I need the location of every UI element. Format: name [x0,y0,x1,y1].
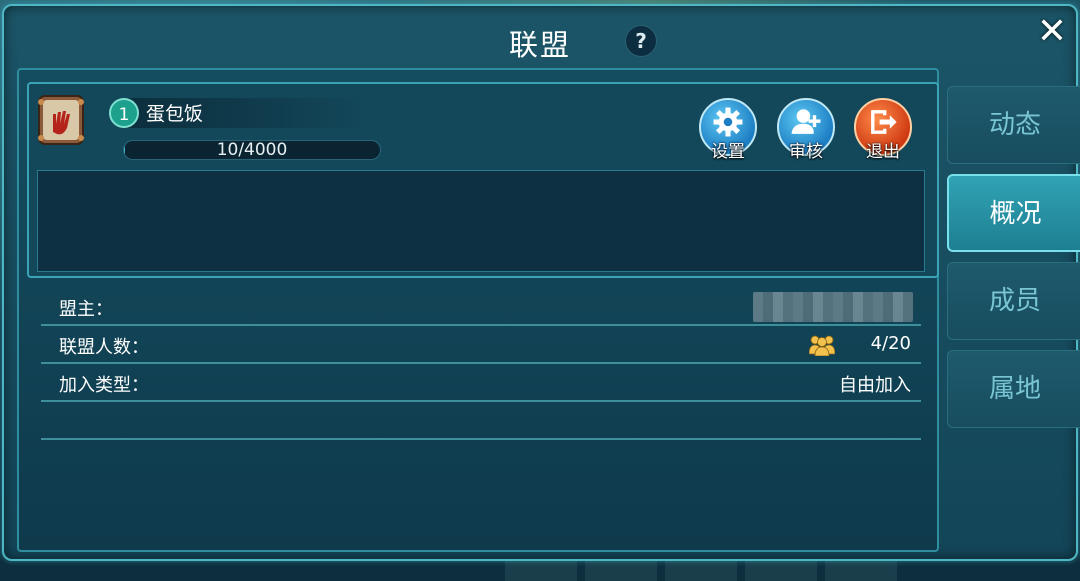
members-icon [809,335,835,356]
alliance-progress-bar: 10/4000 [123,140,381,160]
progress-text: 10/4000 [216,140,288,160]
leader-row: 盟主： [41,288,921,326]
title-bar: 联盟 ? ✕ [4,6,1076,70]
review-button[interactable]: 审核 [775,98,837,162]
dialog-title: 联盟 [508,28,571,62]
leader-name-blurred [753,292,913,322]
alliance-description [37,170,925,272]
members-row: 联盟人数： 4/20 [41,326,921,364]
tab-overview[interactable]: 概况 [947,174,1080,252]
exit-button[interactable]: 退出 [852,98,914,162]
join-type-label: 加入类型： [59,375,149,396]
members-label: 联盟人数： [59,337,149,358]
empty-row [41,402,921,440]
overview-panel: 1 蛋包饭 10/4000 设置 审核 退出 盟主： 联盟人数： 4/20 加入… [17,68,939,552]
tab-activity[interactable]: 动态 [947,86,1080,164]
members-value: 4/20 [870,333,911,354]
help-icon[interactable]: ? [625,25,657,57]
leader-label: 盟主： [59,299,113,320]
alliance-dialog: 联盟 ? ✕ 1 蛋包饭 10/4000 设置 审核 退出 盟主： 联盟人数： … [2,4,1080,561]
alliance-level-badge: 1 [109,98,139,128]
add-user-icon [791,109,821,134]
alliance-name: 蛋包饭 [146,103,204,125]
exit-icon [871,110,897,134]
settings-label: 设置 [711,142,745,162]
close-icon[interactable]: ✕ [1034,14,1070,50]
review-label: 审核 [789,142,823,162]
tab-territory[interactable]: 属地 [947,350,1080,428]
alliance-emblem-icon [38,95,84,145]
exit-label: 退出 [866,142,900,162]
alliance-header-card: 1 蛋包饭 10/4000 设置 审核 退出 [27,82,939,278]
tab-members[interactable]: 成员 [947,262,1080,340]
gear-icon [713,107,743,137]
side-tabs: 动态 概况 成员 属地 [947,86,1080,438]
settings-button[interactable]: 设置 [697,98,759,162]
join-type-value: 自由加入 [839,375,911,396]
join-type-row: 加入类型： 自由加入 [41,364,921,402]
